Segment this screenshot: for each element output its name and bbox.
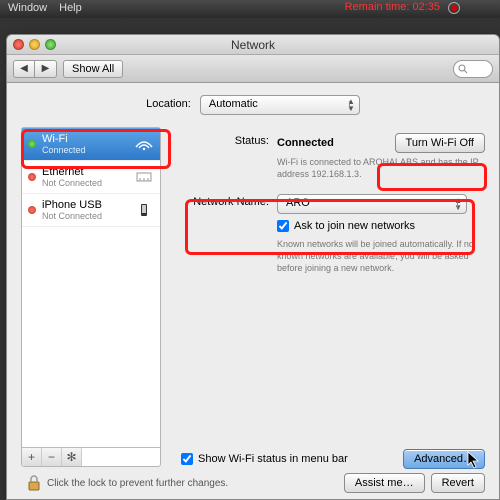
titlebar: Network [7,35,499,55]
detail-pane: Status: Connected Turn Wi-Fi Off Wi-Fi i… [161,127,485,467]
revert-button[interactable]: Revert [431,473,485,493]
lock-row[interactable]: Click the lock to prevent further change… [27,475,228,491]
back-button[interactable]: ◀ [13,60,35,78]
wifi-icon [134,137,154,151]
status-dot-icon [28,206,36,214]
search-input[interactable] [453,60,493,78]
status-dot-icon [28,140,36,148]
menubar-status-checkbox[interactable]: Show Wi-Fi status in menu bar [181,453,348,465]
location-label: Location: [146,98,191,110]
window-title: Network [7,38,499,52]
status-dot-icon [28,173,36,181]
ask-join-detail: Known networks will be joined automatica… [277,238,477,274]
toolbar: ◀ ▶ Show All [7,55,499,83]
location-value: Automatic [209,98,258,110]
sidebar-item-wifi[interactable]: Wi-Fi Connected [22,128,160,161]
sidebar-item-label: Wi-Fi [42,133,86,145]
sidebar-item-iphone-usb[interactable]: iPhone USB Not Connected [22,194,160,227]
remain-time: Remain time: 02:35 [345,1,440,13]
ask-join-input[interactable] [277,220,289,232]
ethernet-icon [134,170,154,184]
sidebar-item-label: iPhone USB [42,199,102,211]
status-detail: Wi-Fi is connected to AROHALABS and has … [277,156,485,180]
status-value: Connected [277,137,334,149]
iphone-icon [134,203,154,217]
status-label: Status: [179,133,277,147]
sidebar-item-sub: Not Connected [42,211,102,221]
cursor-icon [467,451,481,469]
menubar-status-label: Show Wi-Fi status in menu bar [198,453,348,465]
location-row: Location: Automatic ▲▼ [7,83,499,127]
network-name-select[interactable]: ARO ▲▼ [277,194,467,214]
sidebar-item-sub: Connected [42,145,86,155]
assist-me-button[interactable]: Assist me… [344,473,425,493]
interface-sidebar: Wi-Fi Connected Ethernet Not Connected i [21,127,161,467]
lock-icon [27,475,41,491]
ask-join-label: Ask to join new networks [294,220,415,232]
sidebar-item-sub: Not Connected [42,178,102,188]
record-icon [448,2,460,14]
menu-window[interactable]: Window [8,2,47,16]
location-select[interactable]: Automatic ▲▼ [200,95,360,115]
lock-text: Click the lock to prevent further change… [47,478,228,489]
network-window: Network ◀ ▶ Show All Location: Automatic… [6,34,500,500]
sidebar-item-label: Ethernet [42,166,102,178]
show-all-button[interactable]: Show All [63,60,123,78]
network-name-value: ARO [286,197,310,209]
menu-help[interactable]: Help [59,2,82,16]
sidebar-item-ethernet[interactable]: Ethernet Not Connected [22,161,160,194]
turn-wifi-off-button[interactable]: Turn Wi-Fi Off [395,133,485,153]
menubar-status-input[interactable] [181,453,193,465]
search-icon [458,64,468,74]
ask-join-checkbox[interactable]: Ask to join new networks [277,220,415,232]
forward-button[interactable]: ▶ [35,60,57,78]
network-name-label: Network Name: [179,194,277,208]
